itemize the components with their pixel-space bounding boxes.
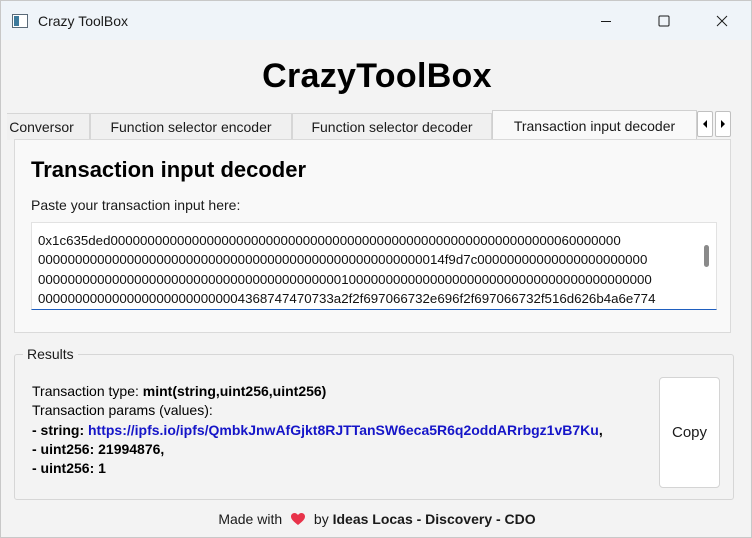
param-string-link[interactable]: https://ipfs.io/ipfs/QmbkJnwAfGjkt8RJTTa… [88, 422, 599, 438]
minimize-button[interactable] [577, 1, 635, 40]
maximize-button[interactable] [635, 1, 693, 40]
footer-by: by [313, 511, 329, 527]
paste-label: Paste your transaction input here: [31, 197, 241, 213]
tab-scroll-buttons [697, 111, 731, 137]
param-uint256-amount: - uint256: 21994876, [32, 440, 165, 457]
close-icon [716, 15, 728, 26]
input-scrollbar-thumb[interactable] [704, 245, 709, 267]
tab-label: Function selector encoder [110, 119, 272, 135]
params-label: Transaction params (values): [32, 402, 213, 419]
title-bar: Crazy ToolBox [1, 1, 751, 40]
param-string-prefix: - string: [32, 421, 88, 438]
tab-bar: Conversor Function selector encoder Func… [7, 110, 697, 140]
tab-function-selector-encoder[interactable]: Function selector encoder [90, 113, 292, 140]
window-controls [577, 1, 751, 40]
footer-prefix: Made with [218, 511, 283, 527]
tab-function-selector-decoder[interactable]: Function selector decoder [292, 113, 492, 140]
heart-icon [291, 513, 306, 525]
results-text: Transaction type: mint(string,uint256,ui… [32, 382, 603, 478]
tab-label: Transaction input decoder [513, 118, 676, 134]
param-string-suffix: , [598, 421, 603, 438]
tab-panel: Transaction input decoder Paste your tra… [14, 139, 731, 333]
input-line: 0000000000000000000000000000000000000000… [38, 271, 652, 287]
transaction-input-field[interactable]: 0x1c635ded000000000000000000000000000000… [31, 222, 717, 310]
copy-button[interactable]: Copy [659, 377, 720, 488]
panel-heading: Transaction input decoder [31, 157, 307, 182]
app-icon [12, 13, 28, 28]
arrow-left-icon [703, 120, 707, 128]
app-title: CrazyToolBox [262, 57, 492, 95]
results-legend: Results [23, 346, 78, 362]
tab-label: Function selector decoder [311, 119, 473, 135]
tab-label: Conversor [9, 119, 74, 135]
transaction-type-value: mint(string,uint256,uint256) [142, 383, 327, 399]
transaction-input-text: 0x1c635ded000000000000000000000000000000… [38, 231, 693, 308]
input-line: 0000000000000000000000000000000000000000… [38, 252, 648, 268]
param-string-line: - string: https://ipfs.io/ipfs/QmbkJnwAf… [32, 421, 603, 440]
close-button[interactable] [693, 1, 751, 40]
input-line: 0x1c635ded000000000000000000000000000000… [38, 233, 621, 248]
window-title: Crazy ToolBox [38, 12, 129, 29]
arrow-right-icon [721, 120, 725, 128]
minimize-icon [601, 20, 611, 22]
tab-scroll-left-button[interactable] [697, 111, 713, 137]
param-uint256-count: - uint256: 1 [32, 460, 106, 477]
results-group: Results Transaction type: mint(string,ui… [14, 346, 734, 500]
tab-transaction-input-decoder[interactable]: Transaction input decoder [492, 110, 697, 140]
transaction-type-label: Transaction type: [32, 383, 143, 399]
footer-author: Ideas Locas - Discovery - CDO [332, 511, 536, 527]
tab-conversor[interactable]: Conversor [7, 113, 90, 140]
transaction-type-line: Transaction type: mint(string,uint256,ui… [32, 382, 603, 401]
tab-scroll-right-button[interactable] [715, 111, 731, 137]
input-line: 0000000000000000000000000004368747470733… [38, 290, 656, 306]
app-window: Crazy ToolBox CrazyToolBox Conversor Fun… [0, 0, 752, 538]
maximize-icon [658, 15, 670, 26]
footer: Made with by Ideas Locas - Discovery - C… [1, 511, 752, 527]
